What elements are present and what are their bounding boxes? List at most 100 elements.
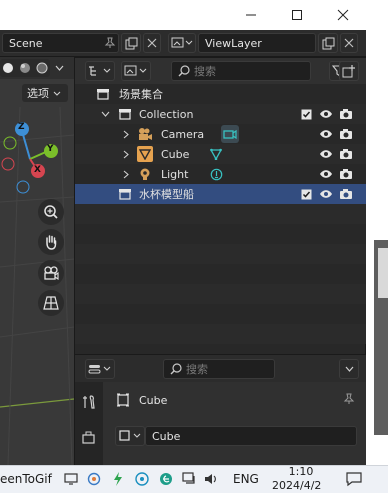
input-language[interactable]: ENG bbox=[233, 472, 259, 486]
pin-icon[interactable] bbox=[104, 37, 116, 49]
scene-name-field[interactable]: Scene bbox=[2, 33, 119, 53]
new-scene-button[interactable] bbox=[121, 33, 141, 53]
notification-icon[interactable] bbox=[346, 471, 362, 487]
options-menu[interactable]: 选项 bbox=[22, 84, 68, 102]
render-toggle[interactable] bbox=[339, 127, 353, 141]
navigation-gizmo[interactable] bbox=[0, 117, 74, 197]
exclude-checkbox[interactable] bbox=[299, 107, 313, 121]
new-view-layer-button[interactable] bbox=[318, 33, 338, 53]
viewport-header bbox=[0, 57, 74, 79]
outliner-list-icon bbox=[89, 66, 111, 76]
rendered-shading-icon[interactable] bbox=[36, 62, 48, 74]
camera-object-icon bbox=[137, 126, 153, 142]
new-collection-icon bbox=[342, 65, 355, 78]
clock-time[interactable]: 1:10 bbox=[286, 465, 316, 478]
object-box-icon bbox=[117, 393, 129, 407]
outliner-panel: 搜索 场景集合 Collection Camera Cube Light 水杯模… bbox=[74, 57, 367, 355]
chevron-down-icon bbox=[345, 366, 353, 372]
maximize-button[interactable] bbox=[274, 0, 320, 30]
viewport-3d[interactable]: 选项 Z Y X bbox=[0, 57, 74, 465]
view-layer-field[interactable]: ViewLayer bbox=[198, 33, 316, 53]
eye-icon bbox=[320, 170, 332, 178]
chevron-right-icon[interactable] bbox=[123, 130, 129, 139]
object-name-field[interactable]: Cube bbox=[145, 426, 357, 446]
shading-modes[interactable] bbox=[0, 59, 50, 77]
monitor-icon[interactable] bbox=[64, 473, 78, 485]
shading-dropdown[interactable] bbox=[50, 59, 68, 77]
visibility-toggle[interactable] bbox=[319, 147, 333, 161]
editor-type-dropdown[interactable] bbox=[85, 359, 115, 379]
image-stack-icon bbox=[171, 37, 193, 48]
window-titlebar bbox=[0, 0, 388, 30]
scene-collection-row[interactable]: 场景集合 bbox=[75, 84, 367, 104]
mesh-data-icon[interactable] bbox=[209, 147, 223, 161]
axis-z-label: Z bbox=[18, 122, 25, 132]
target-icon[interactable] bbox=[135, 472, 149, 486]
zoom-button[interactable] bbox=[38, 199, 64, 225]
collection-label: Collection bbox=[139, 107, 194, 121]
taskbar-app-label[interactable]: eenToGif bbox=[0, 472, 52, 486]
pan-button[interactable] bbox=[38, 229, 64, 255]
tab-render[interactable] bbox=[81, 430, 97, 446]
minimize-button[interactable] bbox=[228, 0, 274, 30]
pin-icon[interactable] bbox=[343, 393, 355, 405]
selected-collection-label: 水杯模型船 bbox=[139, 188, 194, 201]
close-icon bbox=[147, 38, 157, 48]
viewport-subheader: 选项 bbox=[0, 79, 74, 107]
eye-icon bbox=[320, 110, 332, 118]
visibility-toggle[interactable] bbox=[319, 187, 333, 201]
object-box-icon bbox=[119, 430, 141, 441]
chevron-down-icon bbox=[53, 91, 61, 96]
properties-search[interactable]: 搜索 bbox=[163, 359, 275, 379]
camera-label: Camera bbox=[161, 127, 205, 141]
delete-scene-button[interactable] bbox=[143, 33, 161, 53]
power-bolt-icon[interactable] bbox=[112, 471, 124, 487]
keyboard-display-icon[interactable] bbox=[182, 472, 196, 486]
chevron-right-icon[interactable] bbox=[123, 150, 129, 159]
light-data-icon[interactable] bbox=[209, 167, 223, 181]
clock-date[interactable]: 2024/4/2 bbox=[272, 479, 321, 492]
solid-shading-icon[interactable] bbox=[2, 62, 14, 74]
perspective-toggle-button[interactable] bbox=[38, 290, 64, 316]
material-shading-icon[interactable] bbox=[19, 62, 31, 74]
empty-row bbox=[75, 204, 367, 224]
display-mode-dropdown[interactable] bbox=[85, 61, 115, 81]
visibility-toggle[interactable] bbox=[319, 167, 333, 181]
outliner-item-camera[interactable]: Camera bbox=[75, 124, 367, 144]
exclude-checkbox[interactable] bbox=[299, 187, 313, 201]
taskbar: eenToGif ENG 1:10 2024/4/2 bbox=[0, 465, 388, 493]
speaker-icon[interactable] bbox=[204, 472, 218, 486]
view-layer-mode-dropdown[interactable] bbox=[121, 61, 151, 81]
collection-row[interactable]: Collection bbox=[75, 104, 367, 124]
close-button[interactable] bbox=[320, 0, 366, 30]
delete-view-layer-button[interactable] bbox=[340, 33, 358, 53]
visibility-toggle[interactable] bbox=[319, 127, 333, 141]
view-layer-browse[interactable] bbox=[168, 33, 196, 53]
render-toggle[interactable] bbox=[339, 187, 353, 201]
camera-view-button[interactable] bbox=[38, 260, 64, 286]
camera-render-icon bbox=[340, 169, 352, 179]
chevron-down-icon[interactable] bbox=[101, 111, 110, 117]
axis-x-label: X bbox=[34, 165, 41, 175]
camera-render-icon bbox=[340, 149, 352, 159]
render-toggle[interactable] bbox=[339, 107, 353, 121]
empty-row bbox=[75, 284, 367, 304]
render-toggle[interactable] bbox=[339, 167, 353, 181]
image-stack-icon bbox=[124, 65, 147, 76]
color-picker-icon[interactable] bbox=[87, 472, 101, 486]
render-toggle[interactable] bbox=[339, 147, 353, 161]
tab-tool[interactable] bbox=[81, 394, 97, 410]
camera-data-icon[interactable] bbox=[221, 125, 239, 143]
outliner-item-cube[interactable]: Cube bbox=[75, 144, 367, 164]
object-browse-dropdown[interactable] bbox=[115, 426, 145, 446]
collection-icon bbox=[95, 86, 111, 102]
visibility-toggle[interactable] bbox=[319, 107, 333, 121]
outliner-search[interactable]: 搜索 bbox=[171, 61, 311, 81]
collection-icon bbox=[117, 106, 133, 122]
outliner-item-light[interactable]: Light bbox=[75, 164, 367, 184]
chevron-right-icon[interactable] bbox=[123, 170, 129, 179]
outliner-item-selected-collection[interactable]: 水杯模型船 bbox=[75, 184, 367, 204]
new-collection-button[interactable] bbox=[339, 61, 359, 81]
properties-options-dropdown[interactable] bbox=[339, 359, 359, 379]
edge-icon[interactable] bbox=[159, 472, 173, 486]
